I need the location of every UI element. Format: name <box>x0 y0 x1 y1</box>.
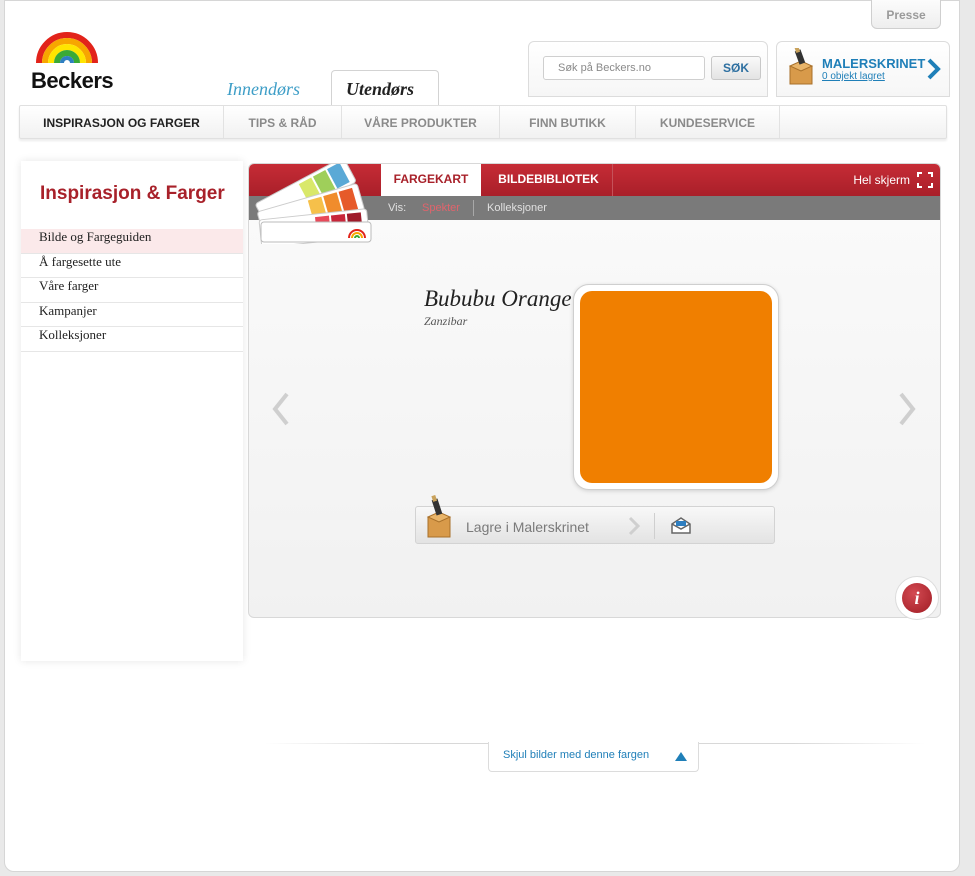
main-nav: INSPIRASJON OG FARGER TIPS & RÅD VÅRE PR… <box>19 105 947 139</box>
tab-fargekart[interactable]: FARGEKART <box>381 164 481 196</box>
hide-images-toggle[interactable]: Skjul bilder med denne fargen <box>488 742 699 772</box>
save-to-malerskrinet-button[interactable]: Lagre i Malerskrinet <box>466 519 589 535</box>
fullscreen-link[interactable]: Hel skjerm <box>853 173 910 187</box>
tab-utendors[interactable]: Utendørs <box>331 70 439 108</box>
logo-text: Beckers <box>31 68 114 93</box>
search-input[interactable]: Søk på Beckers.no <box>543 56 705 80</box>
search-button[interactable]: SØK <box>711 56 761 80</box>
sidebar-item-vare-farger[interactable]: Våre farger <box>21 278 243 303</box>
sidebar-item-fargesette-ute[interactable]: Å fargesette ute <box>21 254 243 278</box>
fullscreen-icon[interactable] <box>916 171 934 189</box>
chevron-right-icon <box>628 516 640 536</box>
mail-icon[interactable] <box>670 517 692 535</box>
sidebar-item-kolleksjoner[interactable]: Kolleksjoner <box>21 327 243 352</box>
sidebar-list: Bilde og Fargeguiden Å fargesette ute Vå… <box>21 229 243 352</box>
nav-item-finn-butikk[interactable]: FINN BUTIKK <box>500 106 636 138</box>
malerskrinet-count-link[interactable]: 0 objekt lagret <box>822 71 885 82</box>
vis-kolleksjoner-link[interactable]: Kolleksjoner <box>487 202 547 214</box>
info-icon: i <box>902 583 932 613</box>
chevron-right-icon <box>927 58 941 80</box>
hide-images-label[interactable]: Skjul bilder med denne fargen <box>503 749 649 761</box>
sidebar-title: Inspirasjon & Farger <box>40 183 225 204</box>
color-fan-icon <box>255 164 372 244</box>
next-arrow-icon[interactable] <box>897 392 917 426</box>
tab-innendors[interactable]: Innendørs <box>227 79 300 100</box>
save-divider <box>654 513 655 539</box>
color-panel: FARGEKART BILDEBIBLIOTEK Hel skjerm Vis:… <box>248 163 941 620</box>
tab-bildebibliotek[interactable]: BILDEBIBLIOTEK <box>485 164 613 196</box>
sidebar-item-bilde-og-fargeguiden[interactable]: Bilde og Fargeguiden <box>21 229 243 254</box>
triangle-up-icon <box>675 752 687 761</box>
paint-box-icon <box>426 495 452 538</box>
sidebar: Inspirasjon & Farger Bilde og Fargeguide… <box>21 161 243 661</box>
presse-link[interactable]: Presse <box>871 0 941 29</box>
malerskrinet-title[interactable]: MALERSKRINET <box>822 56 925 71</box>
paint-box-icon <box>788 48 814 85</box>
nav-item-tips[interactable]: TIPS & RÅD <box>224 106 342 138</box>
info-button[interactable]: i <box>895 576 939 620</box>
nav-item-kundeservice[interactable]: KUNDESERVICE <box>636 106 780 138</box>
beckers-logo[interactable]: Beckers <box>31 23 141 95</box>
vis-spekter-link[interactable]: Spekter <box>422 202 460 214</box>
page: Presse Beckers Innendørs Utendørs Søk på… <box>4 0 960 872</box>
rainbow-logo-icon <box>36 32 98 63</box>
prev-arrow-icon[interactable] <box>271 392 291 426</box>
vis-label: Vis: <box>388 202 407 214</box>
color-collection: Zanzibar <box>424 314 468 328</box>
save-bar: Lagre i Malerskrinet <box>415 495 775 544</box>
color-swatch-card <box>573 284 779 490</box>
search-box: Søk på Beckers.no SØK <box>528 41 768 97</box>
color-swatch <box>580 291 772 483</box>
nav-item-inspirasjon[interactable]: INSPIRASJON OG FARGER <box>20 106 224 138</box>
nav-item-produkter[interactable]: VÅRE PRODUKTER <box>342 106 500 138</box>
vis-divider <box>473 200 474 216</box>
malerskrinet-box[interactable]: MALERSKRINET 0 objekt lagret <box>776 41 950 97</box>
sidebar-item-kampanjer[interactable]: Kampanjer <box>21 303 243 327</box>
